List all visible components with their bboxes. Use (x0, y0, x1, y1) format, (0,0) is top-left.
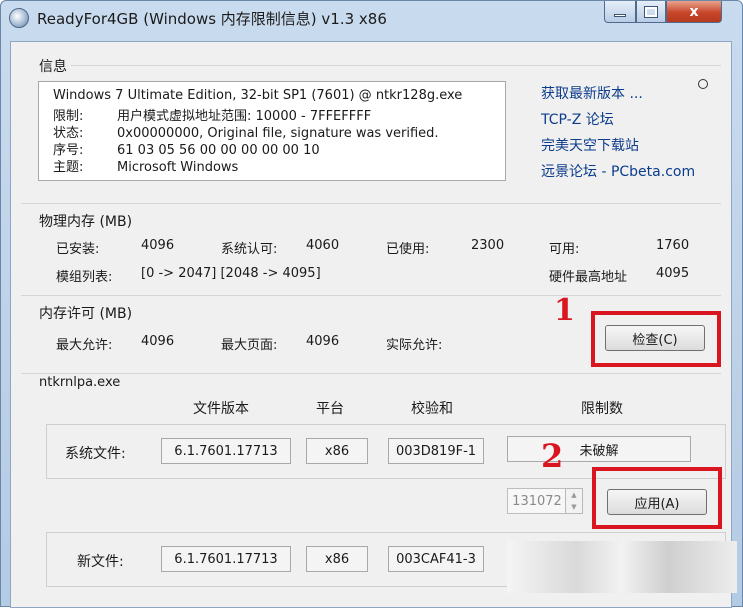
spin-down-icon[interactable]: ▼ (566, 501, 582, 513)
maximize-icon (644, 5, 658, 18)
new-file-version-field: 6.1.7601.17713 (161, 546, 291, 572)
physical-divider (21, 203, 721, 204)
ntkrnl-section-title: ntkrnlpa.exe (39, 375, 121, 390)
system-recognized-value: 4060 (306, 238, 340, 253)
new-file-checksum-field: 003CAF41-3 (388, 546, 484, 572)
available-label: 可用: (549, 242, 580, 257)
close-button[interactable]: x (666, 1, 722, 23)
system-file-checksum-field: 003D819F-1 (388, 438, 484, 464)
spin-up-icon[interactable]: ▲ (566, 489, 582, 501)
window-title: ReadyFor4GB (Windows 内存限制信息) v1.3 x86 (37, 10, 387, 28)
hw-max-address-value: 4095 (656, 266, 690, 281)
limit-spin-input[interactable]: 131072 (507, 488, 567, 514)
info-key: 主题: (53, 160, 84, 175)
header-limit: 限制数 (581, 401, 623, 417)
blurred-watermark-area (507, 541, 737, 593)
link-pcbeta[interactable]: 远景论坛 - PCbeta.com (541, 161, 695, 181)
max-page-value: 4096 (306, 334, 340, 349)
info-row-subject: 主题: Microsoft Windows (53, 156, 238, 175)
physical-section-title: 物理内存 (MB) (39, 214, 133, 230)
annotation-mark-2: 2 (541, 437, 564, 475)
system-recognized-label: 系统认可: (221, 242, 278, 257)
title-bar[interactable]: ReadyFor4GB (Windows 内存限制信息) v1.3 x86 x (1, 1, 742, 35)
installed-value: 4096 (141, 238, 175, 253)
module-list-label: 模组列表: (56, 270, 113, 285)
used-value: 2300 (471, 238, 505, 253)
link-get-latest[interactable]: 获取最新版本 ... (541, 83, 643, 103)
license-divider (21, 295, 721, 296)
header-platform: 平台 (316, 401, 344, 417)
link-download-site[interactable]: 完美天空下载站 (541, 135, 639, 155)
minimize-icon (614, 14, 626, 17)
annotation-box-1 (591, 311, 721, 367)
circle-icon (698, 79, 708, 89)
system-file-label: 系统文件: (65, 446, 126, 462)
installed-label: 已安装: (56, 242, 100, 257)
hw-max-address-label: 硬件最高地址 (549, 270, 628, 285)
header-file-version: 文件版本 (193, 401, 249, 417)
used-label: 已使用: (386, 242, 430, 257)
max-allow-label: 最大允许: (56, 338, 113, 353)
minimize-button[interactable] (604, 1, 636, 23)
new-file-platform-field: x86 (306, 546, 368, 572)
annotation-mark-1: 1 (554, 293, 575, 328)
maximize-button[interactable] (636, 1, 666, 23)
actual-allow-label: 实际允许: (386, 338, 443, 353)
app-window: ReadyFor4GB (Windows 内存限制信息) v1.3 x86 x … (0, 0, 743, 608)
info-box: Windows 7 Ultimate Edition, 32-bit SP1 (… (38, 81, 506, 181)
system-file-version-field: 6.1.7601.17713 (161, 438, 291, 464)
ntkrnl-divider (21, 373, 721, 374)
close-icon: x (689, 3, 699, 20)
available-value: 1760 (656, 238, 690, 253)
link-tcpz-forum[interactable]: TCP-Z 论坛 (541, 109, 614, 129)
limit-spinner[interactable]: ▲ ▼ (565, 488, 583, 514)
info-section-title: 信息 (39, 59, 67, 75)
app-icon (9, 8, 29, 28)
max-page-label: 最大页面: (221, 338, 278, 353)
header-checksum: 校验和 (411, 401, 453, 417)
info-group-line (71, 65, 721, 66)
new-file-label: 新文件: (77, 554, 124, 570)
info-value: Microsoft Windows (117, 160, 239, 175)
license-section-title: 内存许可 (MB) (39, 306, 133, 322)
info-os-line: Windows 7 Ultimate Edition, 32-bit SP1 (… (53, 88, 463, 103)
annotation-box-2 (592, 467, 722, 529)
system-file-platform-field: x86 (306, 438, 368, 464)
module-list-value: [0 -> 2047] [2048 -> 4095] (141, 266, 321, 281)
max-allow-value: 4096 (141, 334, 175, 349)
system-file-limit-field: 未破解 (507, 436, 691, 462)
